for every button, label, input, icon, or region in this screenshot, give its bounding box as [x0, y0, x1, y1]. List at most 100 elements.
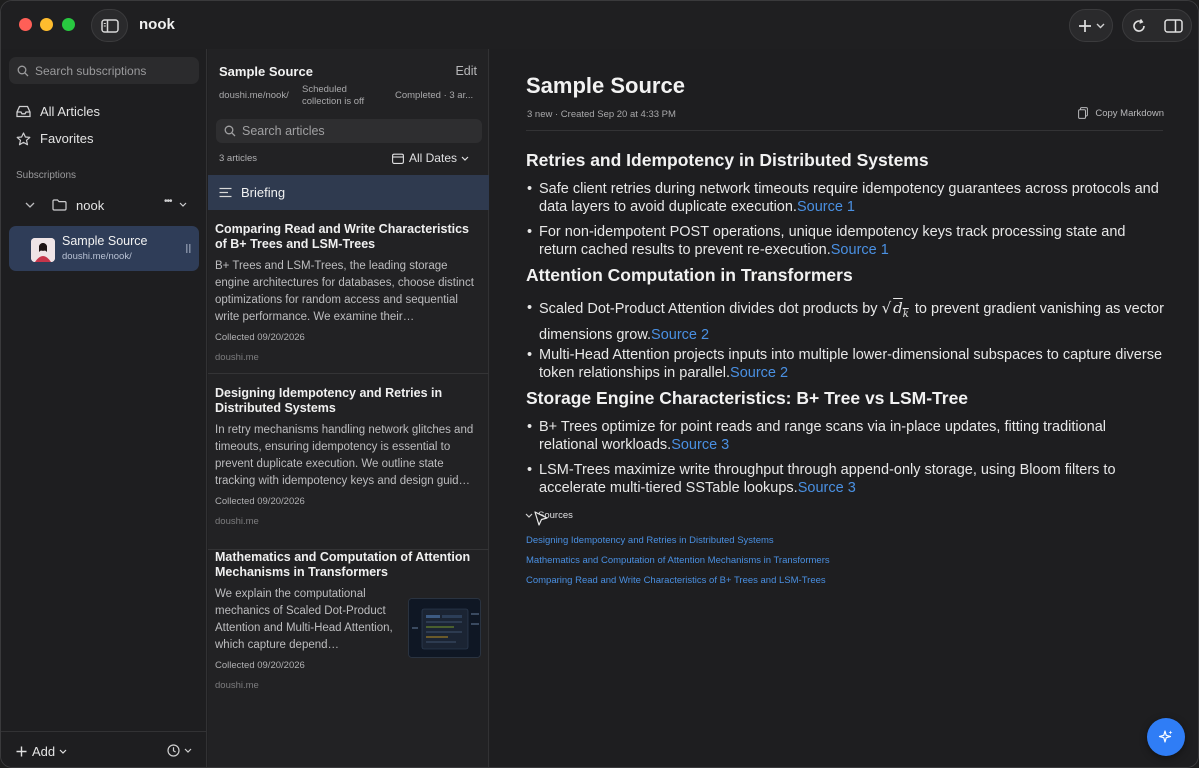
article-card-title: Designing Idempotency and Retries in Dis… — [215, 386, 443, 415]
close-window-button[interactable] — [19, 18, 32, 31]
article-card-collected: Collected 09/20/2026 — [215, 496, 305, 507]
search-icon — [17, 65, 29, 76]
source-link[interactable]: Source 3 — [798, 480, 856, 496]
source-list-link[interactable]: Mathematics and Computation of Attention… — [526, 555, 830, 566]
bullet-item: B+ Trees optimize for point reads and ra… — [527, 418, 1167, 454]
chevron-down-icon — [59, 749, 67, 754]
folder-label: nook — [76, 197, 105, 213]
plus-icon — [1079, 19, 1091, 32]
edit-button[interactable]: Edit — [455, 64, 477, 78]
calendar-icon — [392, 153, 404, 164]
article-card-collected: Collected 09/20/2026 — [215, 332, 305, 343]
inbox-icon — [16, 105, 31, 118]
search-articles-placeholder: Search articles — [242, 124, 325, 138]
article-count: 3 articles — [219, 153, 258, 164]
source-link[interactable]: Source 2 — [651, 327, 709, 343]
chevron-down-icon — [461, 156, 469, 161]
source-list-link[interactable]: Designing Idempotency and Retries in Dis… — [526, 535, 774, 546]
search-subscriptions-input[interactable]: Search subscriptions — [9, 57, 199, 84]
section-heading: Retries and Idempotency in Distributed S… — [526, 150, 929, 170]
source-link[interactable]: Source 3 — [671, 437, 729, 453]
sidebar: Search subscriptions All Articles Favori… — [1, 49, 207, 767]
source-list-link[interactable]: Comparing Read and Write Characteristics… — [526, 575, 826, 586]
drag-handle-icon[interactable] — [186, 244, 191, 253]
nav-favorites[interactable]: Favorites — [16, 131, 93, 146]
folder-nook[interactable]: nook ••• — [25, 195, 195, 215]
bullet-text: Scaled Dot-Product Attention divides dot… — [539, 301, 878, 317]
article-title: Sample Source — [526, 73, 685, 98]
article-card-domain: doushi.me — [215, 680, 259, 691]
article-list-panel: Sample Source Edit doushi.me/nook/ Sched… — [208, 49, 489, 767]
star-icon — [16, 131, 31, 145]
clock-icon — [167, 744, 180, 757]
folder-more-button[interactable]: ••• — [164, 196, 172, 207]
article-card-domain: doushi.me — [215, 516, 259, 527]
nav-all-articles[interactable]: All Articles — [16, 104, 100, 119]
bullet-text: B+ Trees optimize for point reads and ra… — [539, 419, 1107, 453]
bullet-item: Scaled Dot-Product Attention divides dot… — [527, 298, 1167, 346]
ai-assistant-button[interactable] — [1147, 718, 1185, 756]
formula-var: d — [893, 299, 903, 317]
chevron-down-icon[interactable] — [179, 202, 187, 207]
date-filter-label: All Dates — [408, 151, 457, 165]
article-meta: 3 new · Created Sep 20 at 4:33 PM — [527, 109, 676, 120]
briefing-row[interactable]: Briefing — [208, 175, 489, 210]
list-meta-schedule: Scheduled collection is off — [302, 84, 365, 107]
source-link[interactable]: Source 1 — [797, 199, 855, 215]
bullet-item: Multi-Head Attention projects inputs int… — [527, 346, 1167, 382]
mouse-cursor-icon — [534, 511, 548, 526]
briefing-lines-icon — [219, 187, 232, 198]
article-card[interactable]: Mathematics and Computation of Attention… — [208, 550, 489, 700]
folder-icon — [52, 199, 67, 211]
list-meta-status: Completed · 3 ar... — [395, 90, 474, 101]
search-articles-input[interactable]: Search articles — [216, 119, 482, 143]
article-card[interactable]: Comparing Read and Write Characteristics… — [208, 222, 489, 374]
nav-favorites-label: Favorites — [40, 131, 94, 146]
sources-toggle[interactable]: Sources — [525, 510, 573, 521]
article-card-excerpt: We explain the computational mechanics o… — [215, 588, 393, 651]
history-button[interactable] — [167, 744, 192, 757]
app-window: nook Search subscriptions All Articles F… — [0, 0, 1199, 768]
add-menu-button[interactable] — [1069, 9, 1113, 42]
list-title: Sample Source — [219, 64, 313, 79]
date-filter-dropdown[interactable]: All Dates — [392, 151, 474, 165]
add-button[interactable]: Add — [16, 744, 67, 759]
subscription-sample-source[interactable]: Sample Source doushi.me/nook/ — [9, 226, 199, 271]
bullet-item: LSM-Trees maximize write throughput thro… — [527, 461, 1167, 497]
article-view: Sample Source 3 new · Created Sep 20 at … — [490, 49, 1198, 767]
article-card-excerpt: In retry mechanisms handling network gli… — [215, 424, 474, 487]
plus-icon — [16, 746, 27, 757]
copy-icon — [1078, 107, 1089, 119]
bullet-item: Safe client retries during network timeo… — [527, 180, 1167, 216]
article-card-domain: doushi.me — [215, 352, 259, 363]
subscription-title: Sample Source — [62, 234, 148, 248]
search-icon — [224, 125, 236, 137]
sidebar-icon — [100, 18, 119, 33]
add-button-label: Add — [32, 744, 56, 759]
title-divider — [526, 130, 1163, 131]
source-avatar — [31, 238, 55, 262]
chevron-down-icon[interactable] — [25, 202, 35, 208]
article-card[interactable]: Designing Idempotency and Retries in Dis… — [208, 386, 489, 550]
copy-markdown-button[interactable]: Copy Markdown — [1078, 107, 1164, 119]
briefing-label: Briefing — [241, 185, 286, 200]
formula-sub: k — [902, 309, 909, 320]
inspector-panel-icon[interactable] — [1164, 18, 1183, 33]
source-link[interactable]: Source 2 — [730, 365, 788, 381]
toggle-sidebar-button[interactable] — [91, 9, 128, 42]
article-card-collected: Collected 09/20/2026 — [215, 660, 305, 671]
article-thumbnail — [408, 598, 481, 658]
minimize-window-button[interactable] — [40, 18, 53, 31]
bullet-item: For non-idempotent POST operations, uniq… — [527, 223, 1167, 259]
sparkle-icon — [1158, 730, 1173, 743]
subscriptions-section-label: Subscriptions — [16, 170, 77, 181]
chevron-down-icon — [1096, 23, 1105, 28]
zoom-window-button[interactable] — [62, 18, 75, 31]
bullet-text: Multi-Head Attention projects inputs int… — [539, 347, 1163, 381]
app-title: nook — [139, 16, 175, 33]
list-meta-url: doushi.me/nook/ — [219, 90, 289, 101]
subscription-url: doushi.me/nook/ — [62, 251, 132, 262]
source-link[interactable]: Source 1 — [831, 242, 889, 258]
copy-markdown-label: Copy Markdown — [1095, 107, 1164, 119]
refresh-icon[interactable] — [1131, 18, 1147, 34]
